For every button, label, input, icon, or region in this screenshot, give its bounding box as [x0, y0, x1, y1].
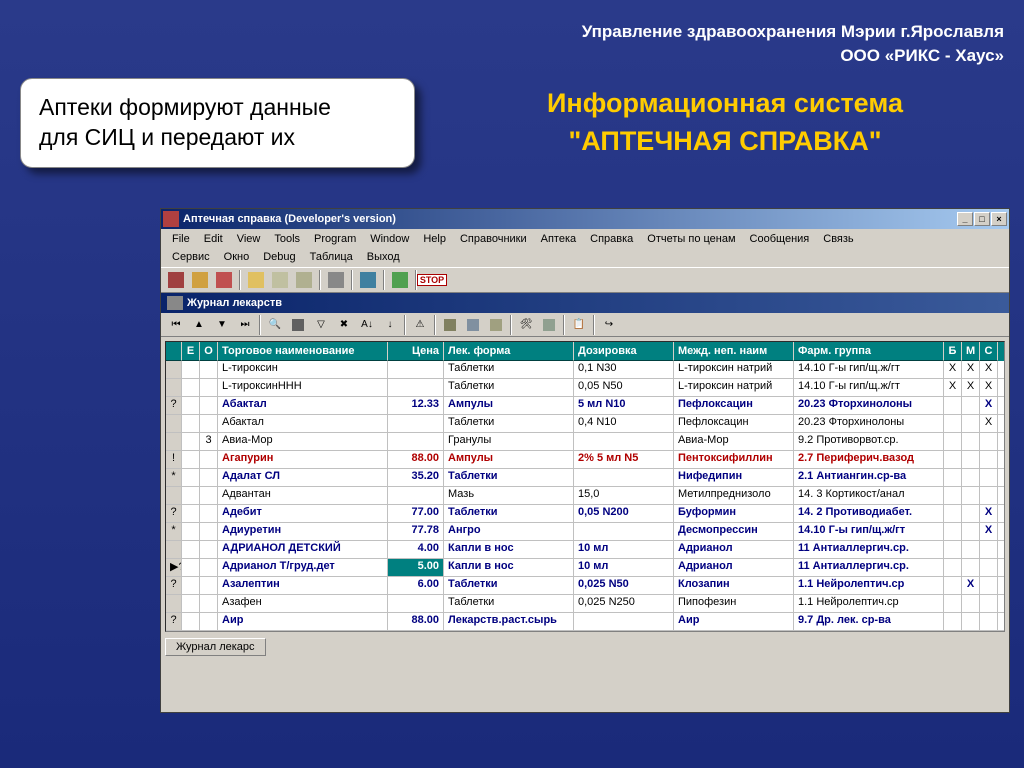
table-row[interactable]: 3Авиа-МорГранулыАвиа-Мор9.2 Противорвот.… — [166, 433, 1004, 451]
menu-item-file[interactable]: File — [165, 231, 197, 247]
grid-btn-d[interactable] — [538, 314, 560, 336]
caption-box: Аптеки формируют данные для СИЦ и переда… — [20, 78, 415, 168]
menu-item-аптека[interactable]: Аптека — [534, 231, 584, 247]
menu-item-debug[interactable]: Debug — [256, 249, 302, 265]
menu-item-tools[interactable]: Tools — [267, 231, 307, 247]
menu-item-отчеты по ценам[interactable]: Отчеты по ценам — [640, 231, 742, 247]
close-button[interactable]: × — [991, 212, 1007, 226]
table-row[interactable]: ?Адебит77.00Таблетки0,05 N200Буформин14.… — [166, 505, 1004, 523]
table-row[interactable]: АбакталТаблетки0,4 N10Пефлоксацин20.23 Ф… — [166, 415, 1004, 433]
menu-item-окно[interactable]: Окно — [217, 249, 257, 265]
table-row[interactable]: L-тироксинТаблетки0,1 N30L-тироксин натр… — [166, 361, 1004, 379]
table-row[interactable]: ?Азалептин6.00Таблетки0,025 N50Клозапин1… — [166, 577, 1004, 595]
sort-asc-icon[interactable]: A↓ — [356, 314, 378, 336]
table-row[interactable]: ▶?Адрианол Т/груд.дет5.00Капли в нос10 м… — [166, 559, 1004, 577]
sort-desc-icon[interactable]: ↓ — [379, 314, 401, 336]
grid-btn-b[interactable] — [462, 314, 484, 336]
toolbar-copy-icon[interactable] — [269, 269, 291, 291]
toolbar-btn-3[interactable] — [213, 269, 235, 291]
slide-title: Информационная система "АПТЕЧНАЯ СПРАВКА… — [445, 85, 1005, 161]
menubar-row-1: FileEditViewToolsProgramWindowHelpСправо… — [161, 229, 1009, 249]
menu-item-сервис[interactable]: Сервис — [165, 249, 217, 265]
app-window: Аптечная справка (Developer's version) _… — [160, 208, 1010, 713]
copy-icon[interactable]: 📋 — [568, 314, 590, 336]
menu-item-program[interactable]: Program — [307, 231, 363, 247]
menu-item-view[interactable]: View — [230, 231, 268, 247]
app-icon — [163, 211, 179, 227]
window-title: Аптечная справка (Developer's version) — [183, 213, 957, 225]
menu-item-таблица[interactable]: Таблица — [303, 249, 360, 265]
menu-item-справка[interactable]: Справка — [583, 231, 640, 247]
main-toolbar: STOP — [161, 267, 1009, 293]
binoculars-icon[interactable]: 🔍 — [264, 314, 286, 336]
bottom-tab-journal[interactable]: Журнал лекарс — [165, 638, 266, 656]
menu-item-edit[interactable]: Edit — [197, 231, 230, 247]
nav-last-icon[interactable]: ⏭ — [234, 314, 256, 336]
toolbar-paste-icon[interactable] — [293, 269, 315, 291]
menu-item-связь[interactable]: Связь — [816, 231, 860, 247]
maximize-button[interactable]: □ — [974, 212, 990, 226]
table-row[interactable]: АдвантанМазь15,0Метилпреднизоло14. 3 Кор… — [166, 487, 1004, 505]
table-row[interactable]: АДРИАНОЛ ДЕТСКИЙ4.00Капли в нос10 млАдри… — [166, 541, 1004, 559]
table-row[interactable]: *Адиуретин77.78АнгроДесмопрессин14.10 Г-… — [166, 523, 1004, 541]
funnel-icon[interactable]: ▽ — [310, 314, 332, 336]
toolbar-btn-2[interactable] — [189, 269, 211, 291]
org-header: Управление здравоохранения Мэрии г.Яросл… — [582, 20, 1004, 68]
menu-item-сообщения[interactable]: Сообщения — [743, 231, 817, 247]
grid-btn-a[interactable] — [439, 314, 461, 336]
filter-icon[interactable] — [287, 314, 309, 336]
table-row[interactable]: *Адалат СЛ35.20ТаблеткиНифедипин2.1 Анти… — [166, 469, 1004, 487]
menu-item-выход[interactable]: Выход — [360, 249, 407, 265]
nav-prev-icon[interactable]: ▲ — [188, 314, 210, 336]
toolbar-search-icon[interactable] — [325, 269, 347, 291]
menu-item-help[interactable]: Help — [416, 231, 453, 247]
minimize-button[interactable]: _ — [957, 212, 973, 226]
bottom-tabs: Журнал лекарс — [161, 636, 1009, 658]
table-row[interactable]: !Агапурин88.00Ампулы2% 5 мл N5Пентоксифи… — [166, 451, 1004, 469]
grid-header: Е О Торговое наименование Цена Лек. форм… — [166, 342, 1004, 361]
table-row[interactable]: L-тироксинНННТаблетки0,05 N50L-тироксин … — [166, 379, 1004, 397]
tools-icon[interactable]: 🛠 — [515, 314, 537, 336]
toolbar-btn-1[interactable] — [165, 269, 187, 291]
titlebar[interactable]: Аптечная справка (Developer's version) _… — [161, 209, 1009, 229]
exit-icon[interactable]: ↪ — [598, 314, 620, 336]
menu-item-window[interactable]: Window — [363, 231, 416, 247]
table-row[interactable]: АзафенТаблетки0,025 N250Пипофезин1.1 Ней… — [166, 595, 1004, 613]
menu-item-справочники[interactable]: Справочники — [453, 231, 534, 247]
data-grid[interactable]: Е О Торговое наименование Цена Лек. форм… — [165, 341, 1005, 632]
subwindow-title: Журнал лекарств — [161, 293, 1009, 313]
grid-btn-c[interactable] — [485, 314, 507, 336]
nav-first-icon[interactable]: ⏮ — [165, 314, 187, 336]
toolbar-stop-button[interactable]: STOP — [421, 269, 443, 291]
warning-icon[interactable]: ⚠ — [409, 314, 431, 336]
toolbar-run-icon[interactable] — [389, 269, 411, 291]
toolbar-open-icon[interactable] — [245, 269, 267, 291]
toolbar-chart-icon[interactable] — [357, 269, 379, 291]
clear-filter-icon[interactable]: ✖ — [333, 314, 355, 336]
menubar-row-2: СервисОкноDebugТаблицаВыход — [161, 249, 1009, 267]
table-row[interactable]: ?Абактал12.33Ампулы5 мл N10Пефлоксацин20… — [166, 397, 1004, 415]
table-row[interactable]: ?Аир88.00Лекарств.раст.сырьАир9.7 Др. ле… — [166, 613, 1004, 631]
grid-toolbar: ⏮ ▲ ▼ ⏭ 🔍 ▽ ✖ A↓ ↓ ⚠ 🛠 📋 ↪ — [161, 313, 1009, 337]
nav-next-icon[interactable]: ▼ — [211, 314, 233, 336]
